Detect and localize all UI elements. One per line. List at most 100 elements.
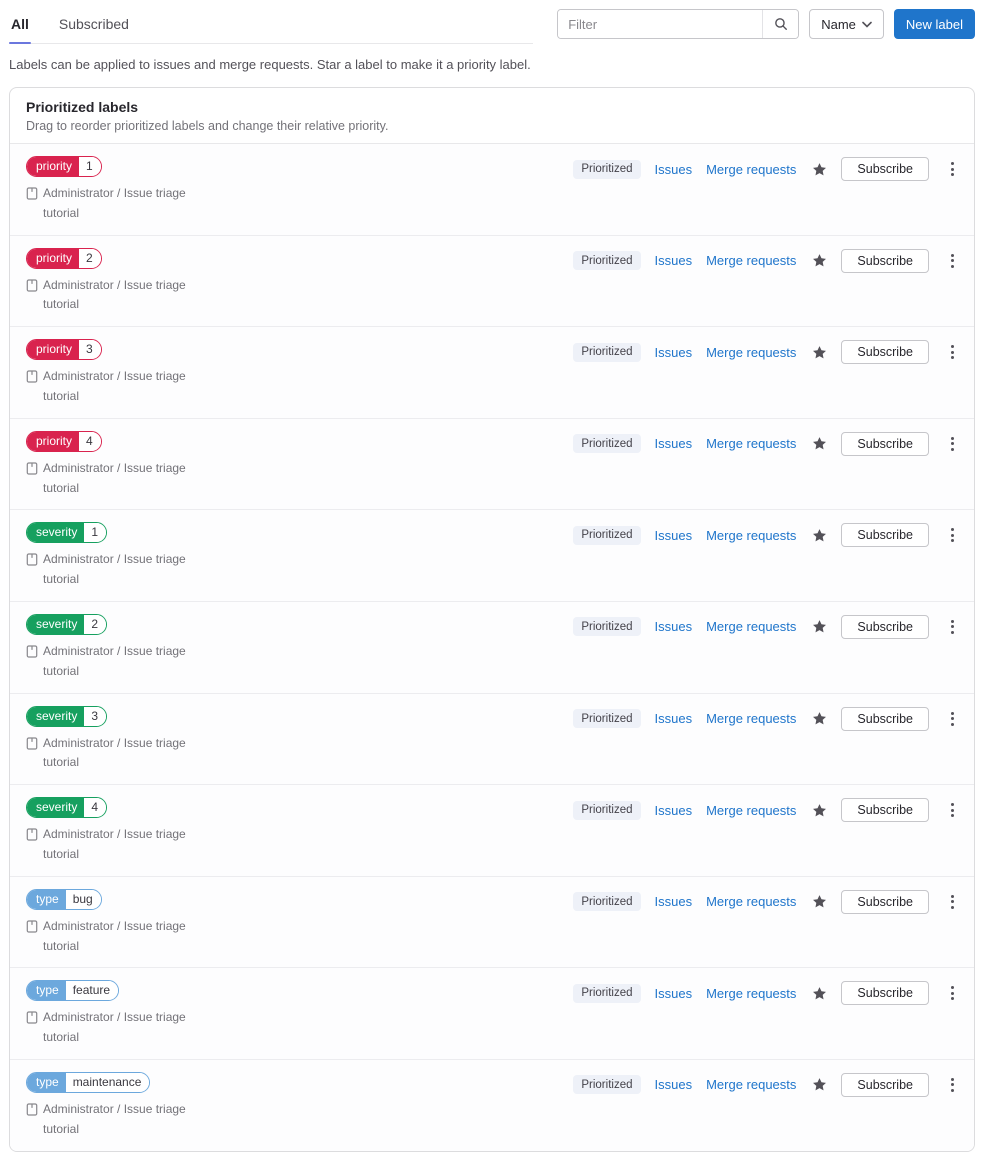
prioritized-badge: Prioritized bbox=[573, 342, 641, 362]
label-options-menu-button[interactable] bbox=[945, 616, 960, 638]
scoped-label-badge[interactable]: priority 4 bbox=[26, 430, 102, 452]
merge-requests-link[interactable]: Merge requests bbox=[706, 1077, 796, 1092]
label-options-menu-button[interactable] bbox=[945, 982, 960, 1004]
search-button[interactable] bbox=[762, 10, 799, 38]
unprioritize-star-button[interactable] bbox=[810, 619, 827, 634]
unprioritize-star-button[interactable] bbox=[810, 803, 827, 818]
labels-intro-text: Labels can be applied to issues and merg… bbox=[9, 57, 531, 72]
issues-link[interactable]: Issues bbox=[655, 345, 693, 360]
label-info: severity 4 Administrator / Issue triage t… bbox=[26, 797, 213, 865]
kebab-icon bbox=[951, 619, 954, 623]
scoped-label-badge[interactable]: type feature bbox=[26, 980, 120, 1002]
project-icon bbox=[26, 828, 38, 841]
scoped-label-badge[interactable]: severity 1 bbox=[26, 522, 108, 544]
new-label-button[interactable]: New label bbox=[893, 9, 975, 39]
merge-requests-link[interactable]: Merge requests bbox=[706, 619, 796, 634]
merge-requests-link[interactable]: Merge requests bbox=[706, 253, 796, 268]
label-options-menu-button[interactable] bbox=[945, 891, 960, 913]
merge-requests-link[interactable]: Merge requests bbox=[706, 894, 796, 909]
subscribe-button[interactable]: Subscribe bbox=[841, 431, 929, 456]
filter-input[interactable] bbox=[558, 10, 763, 38]
scoped-label-badge[interactable]: type maintenance bbox=[26, 1071, 151, 1093]
star-icon bbox=[813, 345, 827, 359]
issues-link[interactable]: Issues bbox=[655, 436, 693, 451]
label-options-menu-button[interactable] bbox=[945, 250, 960, 272]
label-options-menu-button[interactable] bbox=[945, 1074, 960, 1096]
merge-requests-link[interactable]: Merge requests bbox=[706, 162, 796, 177]
kebab-icon bbox=[951, 436, 954, 440]
merge-requests-link[interactable]: Merge requests bbox=[706, 436, 796, 451]
subscribe-button[interactable]: Subscribe bbox=[841, 248, 929, 273]
issues-link[interactable]: Issues bbox=[655, 986, 693, 1001]
scoped-label-badge[interactable]: priority 2 bbox=[26, 247, 102, 269]
project-path-text: Administrator / Issue triage tutorial bbox=[43, 277, 186, 312]
unprioritize-star-button[interactable] bbox=[810, 711, 827, 726]
tab-subscribed[interactable]: Subscribed bbox=[57, 10, 131, 43]
merge-requests-link[interactable]: Merge requests bbox=[706, 986, 796, 1001]
subscribe-button[interactable]: Subscribe bbox=[841, 706, 929, 731]
label-scope: severity bbox=[27, 523, 85, 543]
issues-link[interactable]: Issues bbox=[655, 253, 693, 268]
issues-link[interactable]: Issues bbox=[655, 1077, 693, 1092]
issues-link[interactable]: Issues bbox=[655, 711, 693, 726]
issues-link[interactable]: Issues bbox=[655, 894, 693, 909]
scoped-label-badge[interactable]: severity 4 bbox=[26, 797, 108, 819]
prioritized-badge: Prioritized bbox=[573, 1075, 641, 1095]
subscribe-button[interactable]: Subscribe bbox=[841, 981, 929, 1006]
tab-all[interactable]: All bbox=[9, 10, 31, 44]
merge-requests-link[interactable]: Merge requests bbox=[706, 345, 796, 360]
prioritized-badge: Prioritized bbox=[573, 983, 641, 1003]
label-scope: priority bbox=[27, 248, 80, 268]
subscribe-button[interactable]: Subscribe bbox=[841, 1072, 929, 1097]
scoped-label-badge[interactable]: severity 3 bbox=[26, 705, 108, 727]
subscribe-button[interactable]: Subscribe bbox=[841, 340, 929, 365]
unprioritize-star-button[interactable] bbox=[810, 162, 827, 177]
label-options-menu-button[interactable] bbox=[945, 433, 960, 455]
label-options-menu-button[interactable] bbox=[945, 524, 960, 546]
subscribe-button[interactable]: Subscribe bbox=[841, 523, 929, 548]
project-path-text: Administrator / Issue triage tutorial bbox=[43, 186, 186, 220]
unprioritize-star-button[interactable] bbox=[810, 436, 827, 451]
label-actions: Prioritized Issues Merge requests Subscr… bbox=[573, 248, 960, 273]
issues-link[interactable]: Issues bbox=[655, 162, 693, 177]
project-icon bbox=[26, 553, 38, 567]
scoped-label-badge[interactable]: priority 3 bbox=[26, 339, 102, 361]
merge-requests-link[interactable]: Merge requests bbox=[706, 711, 796, 726]
label-info: priority 4 Administrator / Issue triage t… bbox=[26, 430, 213, 499]
subscribe-button[interactable]: Subscribe bbox=[841, 614, 929, 639]
subscribe-button[interactable]: Subscribe bbox=[841, 798, 929, 823]
label-info: severity 3 Administrator / Issue triage t… bbox=[26, 705, 213, 774]
label-info: type feature Administrator / Issue triage… bbox=[26, 980, 213, 1048]
subscribe-button[interactable]: Subscribe bbox=[841, 157, 929, 181]
labels-tabs: All Subscribed bbox=[9, 6, 534, 44]
prioritized-badge: Prioritized bbox=[573, 709, 641, 729]
label-options-menu-button[interactable] bbox=[945, 158, 960, 180]
unprioritize-star-button[interactable] bbox=[810, 894, 827, 909]
label-options-menu-button[interactable] bbox=[945, 708, 960, 730]
prioritized-badge: Prioritized bbox=[573, 892, 641, 912]
scoped-label-badge[interactable]: priority 1 bbox=[26, 156, 102, 177]
merge-requests-link[interactable]: Merge requests bbox=[706, 803, 796, 818]
label-actions: Prioritized Issues Merge requests Subscr… bbox=[573, 798, 960, 823]
project-path-text: Administrator / Issue triage tutorial bbox=[43, 369, 186, 403]
label-options-menu-button[interactable] bbox=[945, 799, 960, 821]
unprioritize-star-button[interactable] bbox=[810, 253, 827, 268]
label-info: priority 1 Administrator / Issue triage t… bbox=[26, 156, 213, 224]
label-row: type bug Administrator / Issue triage tut… bbox=[10, 876, 974, 969]
scoped-label-badge[interactable]: severity 2 bbox=[26, 613, 108, 635]
subscribe-button[interactable]: Subscribe bbox=[841, 889, 929, 914]
merge-requests-link[interactable]: Merge requests bbox=[706, 528, 796, 543]
scoped-label-badge[interactable]: type bug bbox=[26, 888, 102, 910]
unprioritize-star-button[interactable] bbox=[810, 1077, 827, 1092]
unprioritize-star-button[interactable] bbox=[810, 986, 827, 1001]
label-row: severity 3 Administrator / Issue triage t… bbox=[10, 693, 974, 786]
issues-link[interactable]: Issues bbox=[655, 803, 693, 818]
kebab-icon bbox=[951, 345, 954, 349]
label-scope: severity bbox=[27, 614, 85, 634]
label-options-menu-button[interactable] bbox=[945, 341, 960, 363]
unprioritize-star-button[interactable] bbox=[810, 528, 827, 543]
issues-link[interactable]: Issues bbox=[655, 619, 693, 634]
sort-dropdown[interactable]: Name bbox=[809, 9, 884, 39]
unprioritize-star-button[interactable] bbox=[810, 345, 827, 360]
issues-link[interactable]: Issues bbox=[655, 528, 693, 543]
